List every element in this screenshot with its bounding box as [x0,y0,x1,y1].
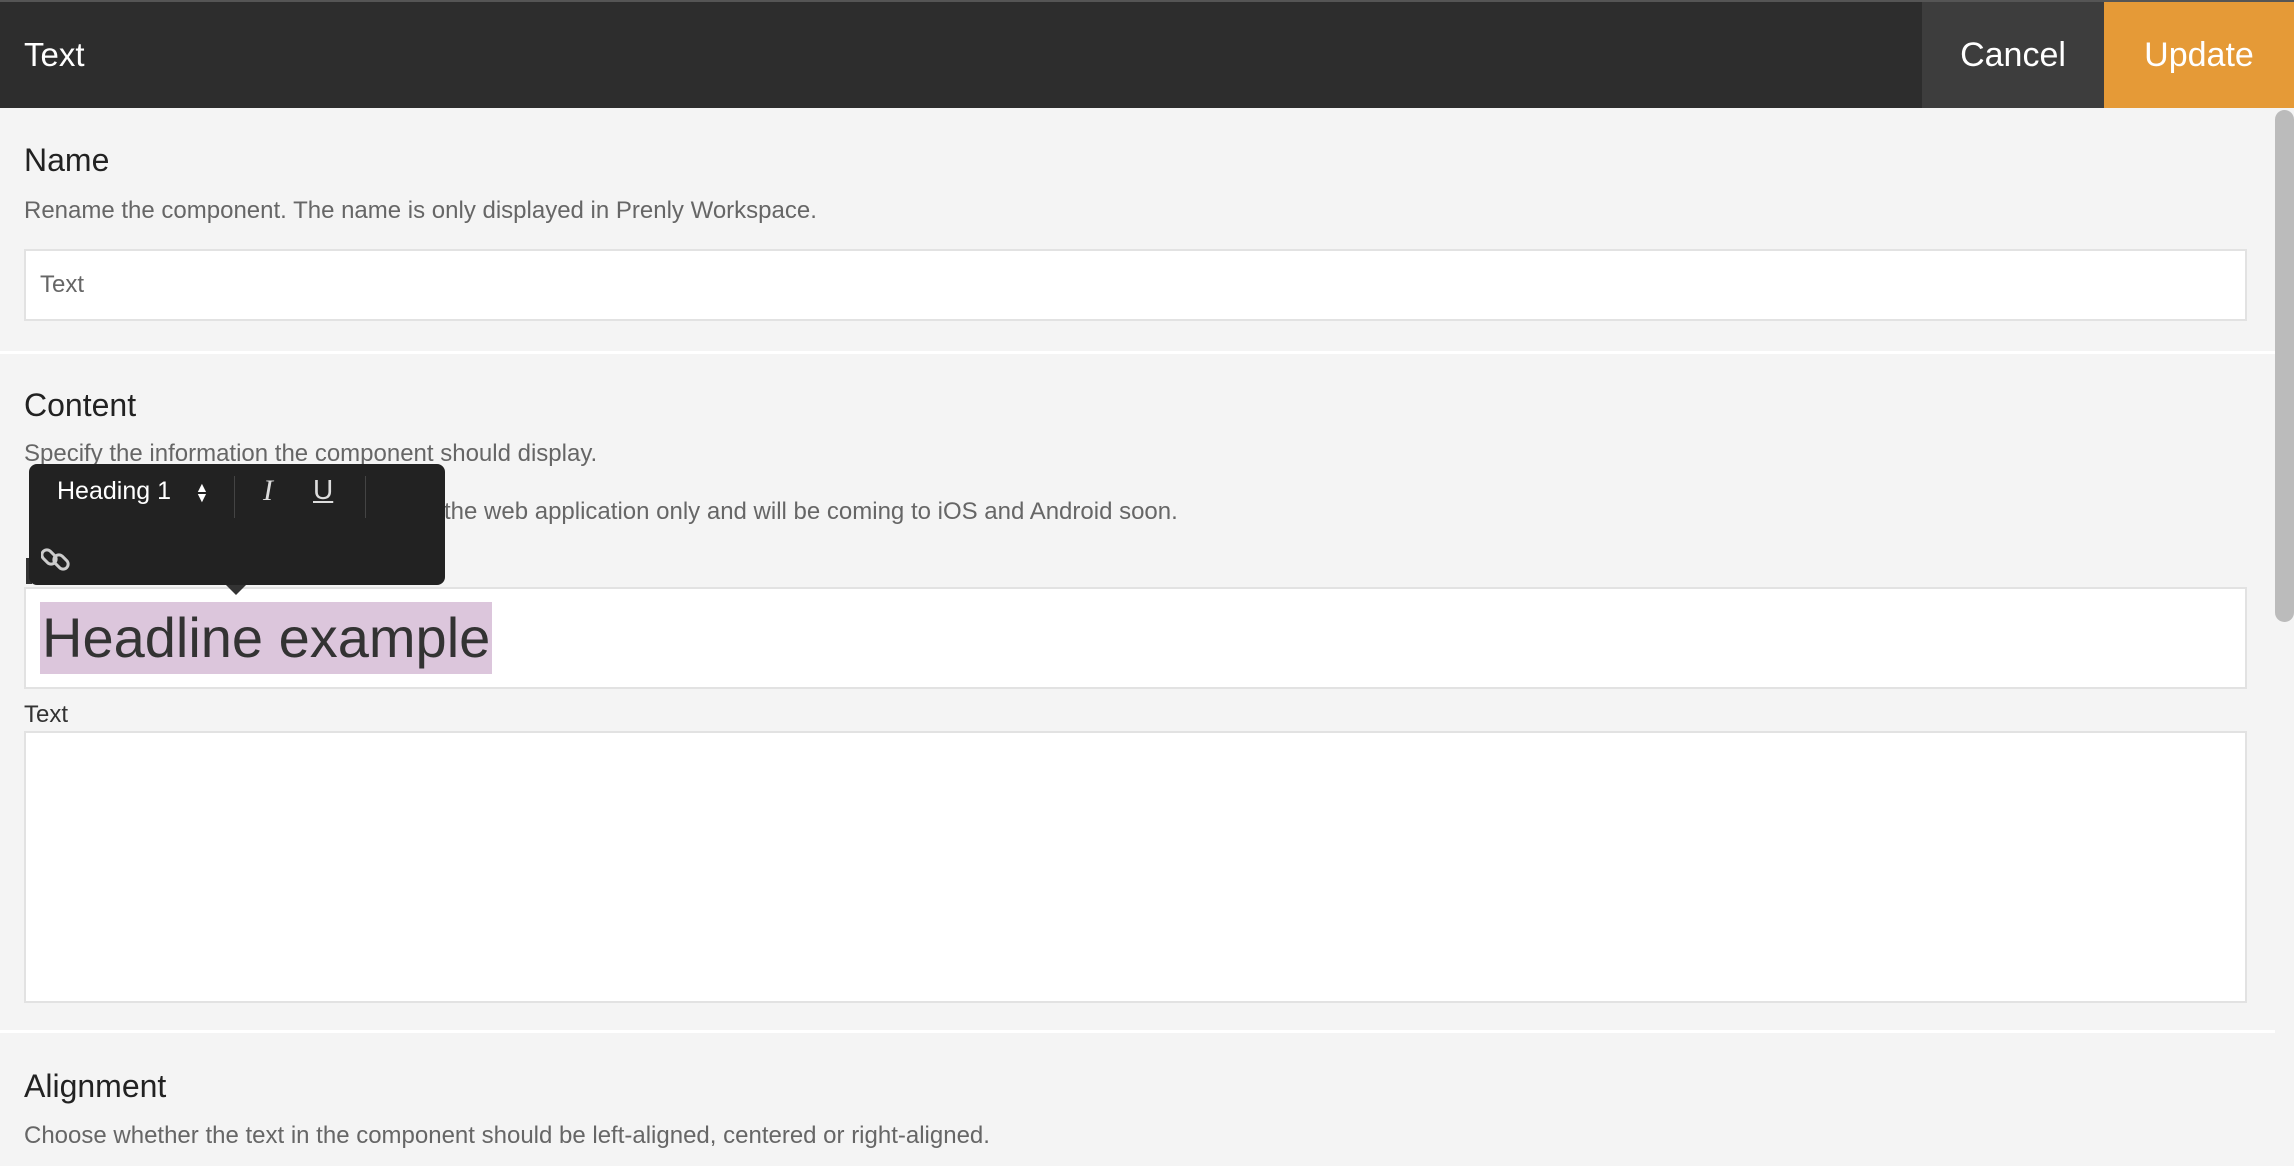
dialog-title: Text [24,36,85,73]
select-arrows-icon: ▲ ▼ [194,478,209,505]
headline-text-selected[interactable]: Headline example [40,602,493,674]
italic-icon[interactable]: I [263,474,273,508]
name-section-title: Name [24,142,110,178]
text-editor[interactable] [24,731,2247,1003]
section-divider [0,1030,2275,1033]
section-divider [0,351,2275,354]
cancel-button[interactable]: Cancel [1922,2,2104,108]
heading-style-value: Heading 1 [57,477,171,505]
alignment-section-title: Alignment [24,1068,167,1104]
heading-style-select[interactable]: Heading 1 ▲ ▼ [57,477,209,506]
toolbar-pointer [226,585,246,595]
link-icon[interactable] [40,544,71,574]
content-section-title: Content [24,387,137,423]
formatting-toolbar: Heading 1 ▲ ▼ I U [29,464,445,585]
text-label: Text [24,701,69,728]
name-input[interactable]: Text [24,249,2247,321]
dialog-header: Text Cancel Update [0,0,2294,108]
toolbar-separator [365,476,366,518]
scrollbar[interactable] [2275,110,2294,622]
update-button[interactable]: Update [2104,2,2294,108]
underline-icon[interactable]: U [313,474,333,506]
name-section-description: Rename the component. The name is only d… [24,197,817,224]
content-section-note: the web application only and will be com… [444,498,1178,525]
toolbar-separator [234,476,235,518]
alignment-section-description: Choose whether the text in the component… [24,1122,990,1149]
